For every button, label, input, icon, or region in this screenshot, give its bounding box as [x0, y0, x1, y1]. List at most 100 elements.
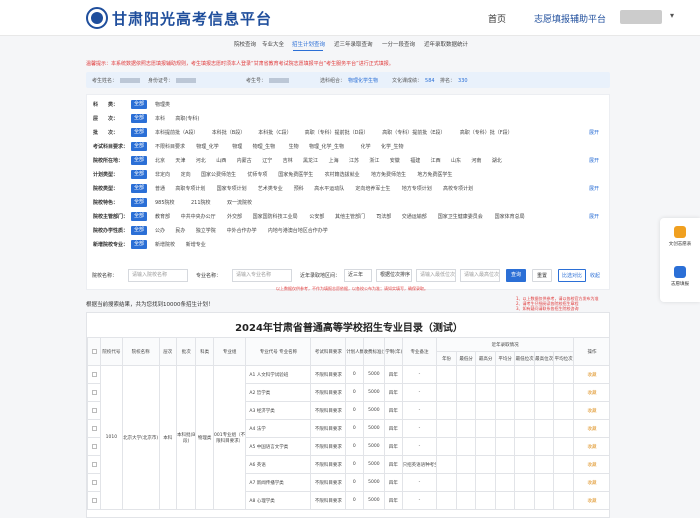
cell-major[interactable]: A5 中国语言文学类	[245, 437, 312, 456]
filter-option[interactable]: 山西	[216, 157, 226, 164]
tab-enrollment-plan[interactable]: 招生计划查询	[292, 40, 325, 48]
filter-option[interactable]: 交通运输部	[402, 213, 427, 220]
filter-option[interactable]: 定向培养军士生	[355, 185, 390, 192]
row-checkbox[interactable]	[87, 383, 102, 402]
favorite-button[interactable]: 收藏	[572, 437, 609, 456]
filter-expand-button[interactable]: 展开	[589, 129, 599, 136]
favorite-button[interactable]: 收藏	[572, 383, 609, 402]
filter-option[interactable]: 普通	[155, 185, 165, 192]
tab-admission-stats[interactable]: 近年录取数据统计	[424, 40, 468, 48]
cell-major[interactable]: A3 经济学类	[245, 401, 312, 420]
filter-option[interactable]: 教育部	[155, 213, 170, 220]
school-name-input[interactable]: 请输入院校名称	[128, 269, 188, 282]
filter-option[interactable]: 新增专业	[186, 241, 206, 248]
filter-option[interactable]: 定向	[181, 171, 191, 178]
row-checkbox[interactable]	[87, 491, 102, 510]
max-rank-input[interactable]: 请输入最高位次	[460, 269, 500, 282]
filter-option[interactable]: 本科批（B段）	[212, 129, 245, 136]
row-checkbox[interactable]	[87, 365, 102, 384]
filter-option[interactable]: 高职（专科）提前批（E段）	[382, 129, 445, 136]
favorite-button[interactable]: 收藏	[572, 455, 609, 474]
filter-all-button[interactable]: 全部	[131, 212, 147, 221]
filter-all-button[interactable]: 全部	[131, 114, 147, 123]
filter-option[interactable]: 高校专项计划	[443, 185, 473, 192]
filter-option[interactable]: 吉林	[283, 157, 293, 164]
filter-option[interactable]: 化学_生物	[381, 143, 404, 150]
filter-option[interactable]: 内蒙古	[237, 157, 252, 164]
filter-all-button[interactable]: 全部	[131, 100, 147, 109]
cell-major[interactable]: A1 人文科学试验班	[245, 365, 312, 384]
row-checkbox[interactable]	[87, 401, 102, 420]
filter-option[interactable]: 本科	[155, 115, 165, 122]
filter-option[interactable]: 司法部	[376, 213, 391, 220]
filter-option[interactable]: 辽宁	[262, 157, 272, 164]
row-checkbox[interactable]	[87, 473, 102, 492]
filter-option[interactable]: 江西	[431, 157, 441, 164]
tab-score-ranking[interactable]: 一分一段查询	[382, 40, 415, 48]
filter-option[interactable]: 物理_生物	[253, 143, 276, 150]
collapse-filter-button[interactable]: 收起	[590, 272, 600, 279]
filter-all-button[interactable]: 全部	[131, 184, 147, 193]
filter-option[interactable]: 物理_化学	[196, 143, 219, 150]
filter-option[interactable]: 独立学院	[196, 227, 216, 234]
filter-expand-button[interactable]: 展开	[589, 157, 599, 164]
filter-option[interactable]: 物理	[232, 143, 242, 150]
query-button[interactable]: 查询	[506, 269, 526, 282]
filter-option[interactable]: 不限科目要求	[155, 143, 185, 150]
filter-all-button[interactable]: 全部	[131, 142, 147, 151]
min-rank-input[interactable]: 请输入最低位次	[416, 269, 456, 282]
filter-option[interactable]: 生物	[289, 143, 299, 150]
favorite-button[interactable]: 收藏	[572, 473, 609, 492]
filter-option[interactable]: 本科提前批（A段）	[155, 129, 198, 136]
filter-option[interactable]: 天津	[175, 157, 185, 164]
filter-option[interactable]: 高职（专科）批（F段）	[460, 129, 513, 136]
filter-all-button[interactable]: 全部	[131, 240, 147, 249]
filter-option[interactable]: 河南	[471, 157, 481, 164]
filter-all-button[interactable]: 全部	[131, 226, 147, 235]
filter-expand-button[interactable]: 展开	[589, 185, 599, 192]
filter-option[interactable]: 国家国防科技工业局	[253, 213, 298, 220]
filter-option[interactable]: 本科批（C段）	[258, 129, 292, 136]
filter-option[interactable]: 上海	[329, 157, 339, 164]
filter-option[interactable]: 高职（专科）提前批（D段）	[305, 129, 369, 136]
filter-option[interactable]: 黑龙江	[303, 157, 318, 164]
float-volunteer-fill[interactable]: 志愿填报	[660, 266, 700, 287]
favorite-button[interactable]: 收藏	[572, 491, 609, 510]
filter-all-button[interactable]: 全部	[131, 128, 147, 137]
filter-option[interactable]: 中外合作办学	[227, 227, 257, 234]
nav-home-link[interactable]: 首页	[488, 12, 506, 25]
filter-option[interactable]: 国家卫生健康委员会	[438, 213, 483, 220]
filter-option[interactable]: 民办	[175, 227, 185, 234]
favorite-button[interactable]: 收藏	[572, 365, 609, 384]
filter-option[interactable]: 河北	[196, 157, 206, 164]
filter-option[interactable]: 江苏	[349, 157, 359, 164]
filter-option[interactable]: 优师专项	[247, 171, 267, 178]
filter-option[interactable]: 985院校	[155, 199, 175, 206]
filter-option[interactable]: 国家专项计划	[217, 185, 247, 192]
filter-all-button[interactable]: 全部	[131, 156, 147, 165]
filter-all-button[interactable]: 全部	[131, 198, 147, 207]
filter-option[interactable]: 湖北	[492, 157, 502, 164]
filter-option[interactable]: 非定向	[155, 171, 170, 178]
major-name-input[interactable]: 请输入专业名称	[232, 269, 292, 282]
row-checkbox[interactable]	[87, 437, 102, 456]
cell-major[interactable]: A4 法学	[245, 419, 312, 438]
row-checkbox[interactable]	[87, 455, 102, 474]
site-logo-icon[interactable]	[86, 7, 108, 29]
filter-option[interactable]: 农村籍选拔就业	[325, 171, 360, 178]
float-wish-list[interactable]: 文创志愿表	[660, 226, 700, 247]
filter-option[interactable]: 地方免费师范生	[371, 171, 406, 178]
filter-option[interactable]: 211院校	[191, 199, 211, 206]
filter-option[interactable]: 双一流院校	[227, 199, 252, 206]
filter-option[interactable]: 地方专项计划	[402, 185, 432, 192]
cell-major[interactable]: A7 新闻传播学类	[245, 473, 312, 492]
row-checkbox[interactable]	[87, 419, 102, 438]
filter-option[interactable]: 中共中央办公厅	[181, 213, 216, 220]
filter-all-button[interactable]: 全部	[131, 170, 147, 179]
filter-option[interactable]: 艺术类专业	[258, 185, 283, 192]
compare-button[interactable]: 比选对比	[558, 269, 586, 282]
reset-button[interactable]: 重置	[532, 269, 552, 282]
cell-major[interactable]: A2 哲学类	[245, 383, 312, 402]
filter-option[interactable]: 浙江	[369, 157, 379, 164]
tab-school-query[interactable]: 院校查询	[234, 40, 256, 48]
